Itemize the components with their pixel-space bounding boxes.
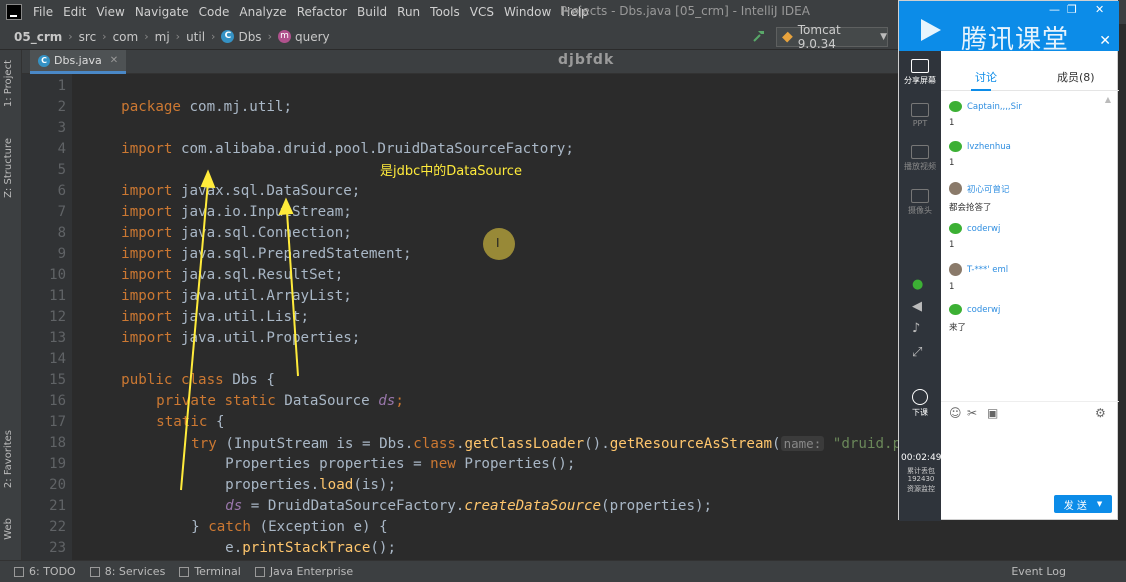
java-enterprise-icon [254, 566, 265, 577]
arrow-head [278, 197, 294, 216]
share-screen-icon [911, 59, 929, 73]
fullscreen-icon[interactable]: ⤢ [912, 345, 922, 360]
chat-message: Captain,,,,Sir 1 [949, 101, 1109, 128]
classroom-tabs: 讨论 成员(8) [941, 51, 1119, 91]
music-icon[interactable]: ♪ [912, 321, 920, 336]
terminal-tool-button[interactable]: Terminal [179, 565, 241, 578]
ppt-icon [911, 103, 929, 117]
message-text: 1 [949, 282, 955, 292]
ppt-button[interactable]: PPT [899, 103, 941, 128]
chat-message: 初心可曾记 都会抢答了 [949, 182, 1109, 213]
avatar [949, 182, 962, 195]
ppt-label: PPT [912, 119, 928, 128]
annotation-text: 是jdbc中的DataSource [380, 164, 522, 179]
wechat-icon [949, 223, 962, 234]
send-button[interactable]: 发 送 ▼ [1054, 495, 1112, 513]
chat-message: coderwj 1 [949, 223, 1109, 250]
settings-gear-icon[interactable]: ⚙ [1095, 406, 1106, 420]
chevron-down-icon[interactable]: ▼ [1097, 500, 1102, 508]
image-icon[interactable]: ▣ [987, 406, 998, 420]
resource-monitor-label[interactable]: 资源监控 [901, 484, 941, 494]
java-enterprise-label: Java Enterprise [269, 565, 354, 578]
message-text: 1 [949, 158, 955, 168]
tab-discussion[interactable]: 讨论 [975, 69, 997, 85]
chat-message: T-***' eml 1 [949, 263, 1109, 292]
camera-icon [911, 189, 929, 203]
sender-name: lvzhenhua [967, 141, 1011, 152]
wechat-icon [949, 101, 962, 112]
power-icon [912, 389, 928, 405]
avatar [949, 263, 962, 276]
end-class-button[interactable]: 下课 [899, 389, 941, 418]
classroom-header: 腾讯课堂 — ❐ ✕ ✕ [899, 1, 1119, 55]
scissors-icon[interactable]: ✂ [967, 406, 977, 420]
sender-name: coderwj [967, 304, 1001, 315]
arrow-to-sql-package [180, 181, 209, 491]
wechat-icon [949, 304, 962, 315]
class-timer: 00:02:49 [901, 453, 942, 463]
services-label: 8: Services [104, 565, 166, 578]
minimize-icon[interactable]: — [1049, 3, 1060, 16]
share-screen-button[interactable]: 分享屏幕 [899, 59, 941, 86]
services-icon [89, 566, 100, 577]
close-window-icon[interactable]: ✕ [1095, 3, 1104, 16]
mouse-cursor-highlight: I [483, 228, 515, 260]
camera-label: 摄像头 [908, 206, 932, 215]
terminal-label: Terminal [194, 565, 241, 578]
event-log-button[interactable]: Event Log [1011, 565, 1066, 578]
classroom-panel: 腾讯课堂 — ❐ ✕ ✕ 分享屏幕 PPT 播放视频 摄像头 ● ◀ ♪ ⤢ 下… [898, 0, 1119, 521]
message-text: 都会抢答了 [949, 203, 992, 213]
message-text: 1 [949, 118, 955, 128]
todo-tool-button[interactable]: 6: TODO [14, 565, 76, 578]
text-cursor-icon: I [496, 236, 500, 250]
chat-message: lvzhenhua 1 [949, 141, 1109, 168]
active-tab-indicator [971, 89, 991, 91]
bottom-tool-bar: 6: TODO 8: Services Terminal Java Enterp… [0, 560, 1126, 582]
todo-icon [14, 566, 24, 577]
close-icon[interactable]: ✕ [1099, 33, 1111, 49]
chat-toolbar: ☺ ✂ ▣ ⚙ [941, 401, 1119, 421]
arrow-head [200, 169, 216, 189]
classroom-sidebar: 分享屏幕 PPT 播放视频 摄像头 ● ◀ ♪ ⤢ 下课 00:02:49 累计… [899, 51, 941, 521]
sender-name: Captain,,,,Sir [967, 101, 1022, 112]
microphone-icon[interactable]: ● [912, 277, 923, 292]
sender-name: T-***' eml [967, 264, 1009, 275]
tab-members[interactable]: 成员(8) [1057, 69, 1095, 85]
sender-name: 初心可曾记 [967, 184, 1010, 195]
emoji-icon[interactable]: ☺ [949, 406, 962, 420]
sender-name: coderwj [967, 223, 1001, 234]
wechat-icon [949, 141, 962, 152]
services-tool-button[interactable]: 8: Services [89, 565, 166, 578]
tencent-classroom-logo-icon [921, 19, 941, 41]
play-video-label: 播放视频 [904, 162, 936, 171]
play-video-button[interactable]: 播放视频 [899, 145, 941, 172]
speaker-icon[interactable]: ◀ [912, 299, 922, 314]
share-screen-label: 分享屏幕 [904, 76, 936, 85]
message-text: 来了 [949, 323, 967, 333]
chat-message: coderwj 来了 [949, 304, 1109, 333]
terminal-icon [179, 566, 190, 577]
play-video-icon [911, 145, 929, 159]
annotation-arrows [180, 169, 299, 491]
java-enterprise-tool-button[interactable]: Java Enterprise [254, 565, 354, 578]
todo-label: 6: TODO [29, 565, 76, 578]
arrow-to-datasource [286, 211, 299, 377]
send-label: 发 送 [1063, 500, 1087, 512]
camera-button[interactable]: 摄像头 [899, 189, 941, 216]
end-class-label: 下课 [912, 408, 928, 417]
restore-icon[interactable]: ❐ [1067, 3, 1077, 16]
message-text: 1 [949, 240, 955, 250]
packet-loss-value: 192430 [907, 475, 935, 483]
